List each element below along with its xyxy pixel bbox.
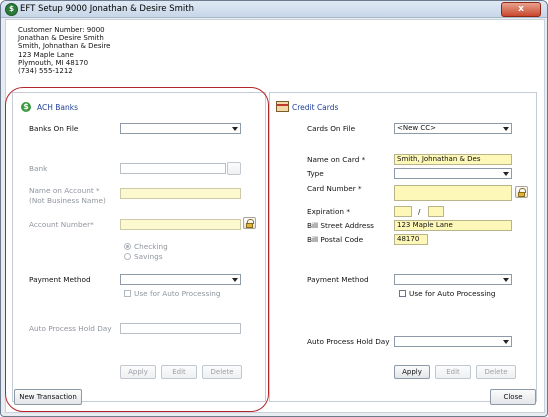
name-on-account-input[interactable] (120, 188, 241, 199)
card-type-select[interactable] (394, 168, 512, 179)
banks-on-file-label: Banks On File (29, 124, 78, 133)
name-on-card-value: Smith, Johnathan & Des (397, 155, 481, 163)
type-label: Type (307, 169, 324, 178)
ach-auto-processing-checkbox[interactable] (124, 290, 131, 297)
bill-street-label: Bill Street Address (307, 221, 374, 230)
ach-payment-method-label: Payment Method (29, 275, 91, 284)
credit-card-icon (276, 101, 289, 112)
ach-hold-day-select[interactable] (120, 323, 241, 334)
chevron-down-icon (501, 276, 510, 283)
chevron-down-icon (230, 276, 239, 283)
expiration-month-input[interactable] (394, 206, 412, 217)
chevron-down-icon (501, 338, 510, 345)
name-on-account-label: Name on Account * (29, 186, 100, 195)
banks-on-file-label-text: Banks On File (29, 124, 79, 133)
eft-setup-window: $ EFT Setup 9000 Jonathan & Desire Smith… (0, 0, 548, 417)
cc-auto-processing-checkbox[interactable] (399, 290, 406, 297)
name-on-card-label: Name on Card * (307, 155, 366, 164)
client-area: Customer Number: 9000 Jonathan & Desire … (5, 19, 545, 413)
credit-cards-title: Credit Cards (292, 103, 339, 112)
bill-street-input[interactable]: 123 Maple Lane (394, 220, 512, 231)
chevron-down-icon (230, 125, 239, 132)
expiration-separator: / (418, 207, 421, 216)
customer-phone: (734) 555-1212 (18, 67, 73, 76)
cc-payment-method-label: Payment Method (307, 275, 369, 284)
bank-lookup-button[interactable] (227, 162, 241, 175)
new-transaction-button[interactable]: New Transaction (14, 389, 82, 405)
ach-payment-method-select[interactable] (120, 274, 241, 285)
expiration-year-input[interactable] (428, 206, 444, 217)
name-on-card-input[interactable]: Smith, Johnathan & Des (394, 154, 512, 165)
savings-label: Savings (134, 252, 163, 261)
ach-banks-title: ACH Banks (37, 103, 79, 112)
cc-hold-day-label: Auto Process Hold Day (307, 337, 390, 346)
chevron-down-icon (501, 170, 510, 177)
bank-label: Bank (29, 164, 48, 173)
bill-street-value: 123 Maple Lane (397, 221, 453, 229)
dollar-icon: $ (21, 102, 31, 112)
bill-postal-label: Bill Postal Code (307, 235, 364, 244)
credit-cards-panel: Credit Cards Cards On File <New CC> Name… (269, 92, 537, 402)
app-icon: $ (5, 3, 18, 16)
customer-city: Plymouth, MI 48170 (18, 58, 89, 67)
cards-on-file-label: Cards On File (307, 124, 356, 133)
lock-icon[interactable] (515, 186, 528, 198)
customer-name: Jonathan & Desire Smith (18, 34, 104, 43)
chevron-down-icon (501, 125, 510, 132)
window-close-button[interactable]: x (501, 2, 541, 17)
account-number-input[interactable] (120, 219, 241, 230)
ach-hold-day-label: Auto Process Hold Day (29, 324, 112, 333)
bill-postal-input[interactable]: 48170 (394, 234, 428, 245)
customer-number: Customer Number: 9000 (18, 26, 105, 34)
ach-edit-button[interactable]: Edit (161, 365, 197, 379)
expiration-label: Expiration * (307, 207, 351, 216)
customer-alt-name: Smith, Johnathan & Desire (18, 42, 111, 51)
cc-hold-day-select[interactable] (394, 336, 512, 347)
cc-edit-button[interactable]: Edit (435, 365, 471, 379)
customer-info: Customer Number: 9000 Jonathan & Desire … (18, 26, 110, 75)
card-number-input[interactable] (394, 185, 512, 201)
bank-field[interactable] (120, 163, 226, 174)
name-on-account-sublabel: (Not Business Name) (29, 196, 106, 205)
bill-postal-value: 48170 (397, 235, 420, 243)
ach-banks-panel: $ ACH Banks Banks On File Bank Name on A… (12, 92, 266, 402)
savings-radio[interactable] (124, 253, 131, 260)
ach-apply-button[interactable]: Apply (120, 365, 156, 379)
cc-payment-method-select[interactable] (394, 274, 512, 285)
cards-on-file-select[interactable]: <New CC> (394, 123, 512, 134)
cards-on-file-value: <New CC> (397, 124, 436, 132)
title-bar: $ EFT Setup 9000 Jonathan & Desire Smith… (1, 1, 547, 18)
checking-label: Checking (134, 242, 168, 251)
cc-delete-button[interactable]: Delete (476, 365, 516, 379)
cc-auto-processing-label: Use for Auto Processing (409, 289, 496, 298)
account-number-label: Account Number* (29, 220, 94, 229)
lock-icon[interactable] (243, 217, 256, 229)
checking-radio[interactable] (124, 243, 131, 250)
close-button[interactable]: Close (490, 389, 536, 405)
cc-apply-button[interactable]: Apply (394, 365, 430, 379)
ach-delete-button[interactable]: Delete (202, 365, 242, 379)
ach-auto-processing-label: Use for Auto Processing (134, 289, 221, 298)
window-title: EFT Setup 9000 Jonathan & Desire Smith (20, 4, 194, 14)
banks-on-file-select[interactable] (120, 123, 241, 134)
card-number-label: Card Number * (307, 184, 362, 193)
customer-address: 123 Maple Lane (18, 50, 74, 59)
